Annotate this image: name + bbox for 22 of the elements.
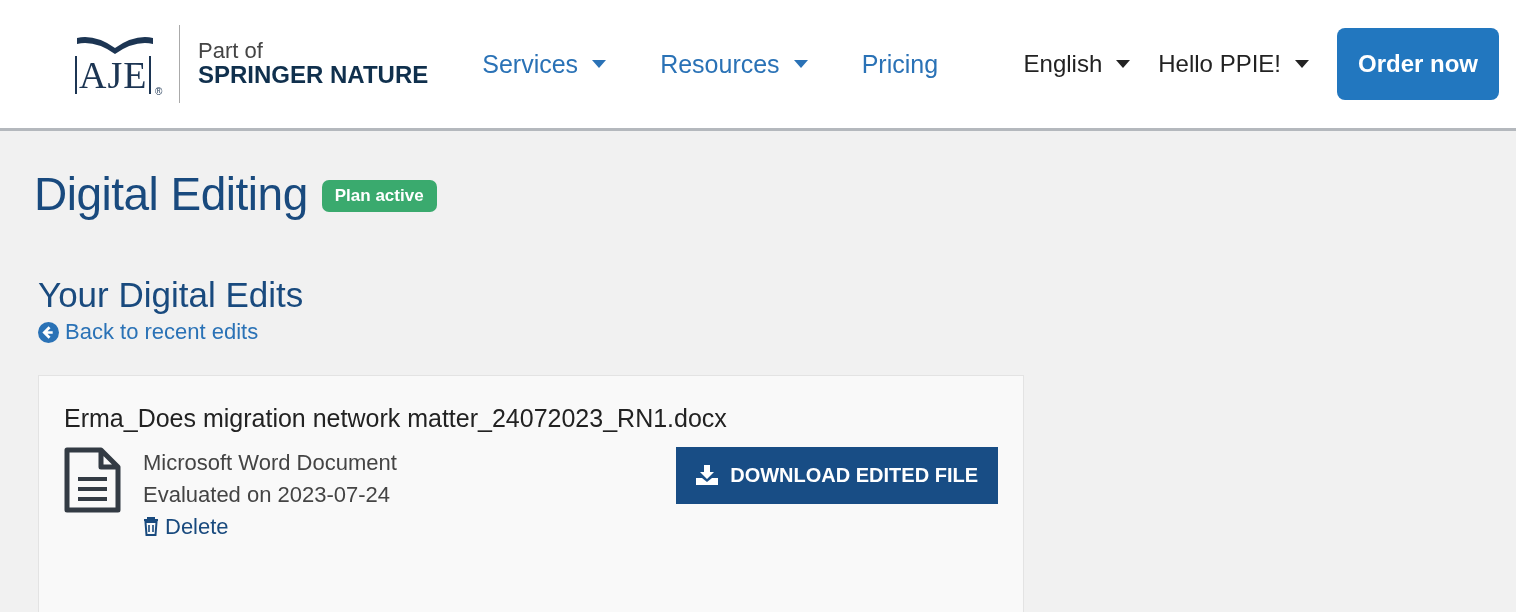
registered-mark: ® (155, 86, 163, 97)
part-of-text: Part of (198, 39, 264, 62)
delete-link[interactable]: Delete (143, 510, 397, 543)
file-name: Erma_Does migration network matter_24072023_RN1.docx (64, 403, 728, 433)
download-button[interactable]: DOWNLOAD EDITED FILE (676, 446, 998, 504)
status-badge: Plan active (321, 180, 437, 212)
nav-menu[interactable]: Services (482, 49, 607, 79)
logo-text: AJE (75, 56, 152, 94)
nav-menu[interactable]: Hello PPIE! (1158, 50, 1309, 78)
back-link[interactable]: Back to recent edits (38, 319, 259, 345)
document-icon (64, 446, 121, 513)
evaluated-date: Evaluated on 2023-07-24 (143, 480, 392, 509)
download-icon (696, 465, 719, 485)
section-title: Your Digital Edits (38, 275, 305, 315)
brand-text: SPRINGER NATURE (198, 61, 429, 89)
trash-icon (143, 517, 159, 536)
nav-menu[interactable]: English (1023, 50, 1131, 78)
page-title: Digital Editing (34, 167, 308, 221)
nav-menu[interactable]: Pricing (861, 49, 939, 79)
file-type: Microsoft Word Document (143, 448, 397, 477)
order-now-button[interactable]: Order now (1337, 28, 1499, 100)
nav-menu[interactable]: Resources (660, 49, 808, 79)
